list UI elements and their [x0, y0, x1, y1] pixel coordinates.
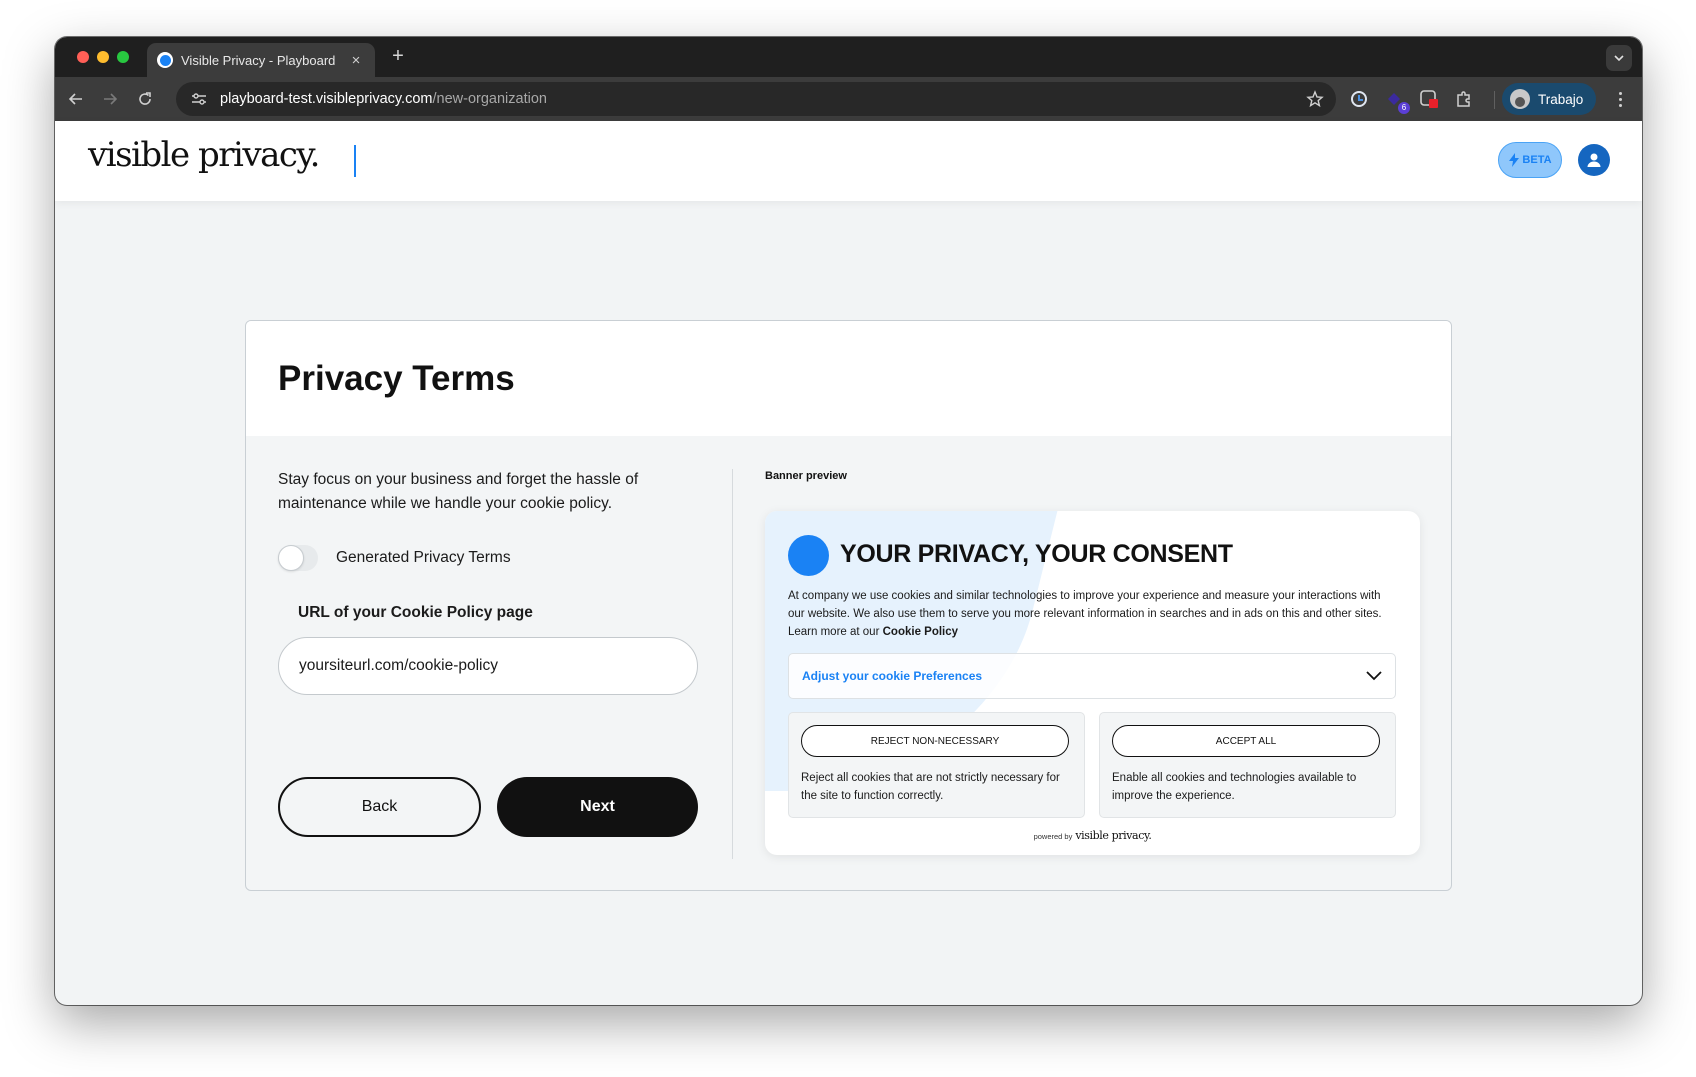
banner-body: At company we use cookies and similar te…	[788, 590, 1382, 638]
recorder-extension-icon[interactable]	[1417, 87, 1441, 111]
address-bar[interactable]: playboard-test.visibleprivacy.com/new-or…	[176, 82, 1336, 116]
cookie-url-input[interactable]	[278, 637, 698, 695]
cookie-url-label: URL of your Cookie Policy page	[298, 604, 533, 621]
tab-close-icon[interactable]: ×	[347, 52, 365, 69]
browser-toolbar: playboard-test.visibleprivacy.com/new-or…	[55, 77, 1642, 121]
beta-badge[interactable]: BETA	[1498, 142, 1562, 178]
forward-nav-button[interactable]	[99, 88, 121, 110]
browser-menu-icon[interactable]	[1610, 88, 1630, 110]
site-settings-icon[interactable]	[190, 90, 208, 108]
url-text: playboard-test.visibleprivacy.com/new-or…	[220, 91, 547, 107]
banner-preview-label: Banner preview	[765, 470, 847, 482]
toggle-switch[interactable]	[278, 545, 318, 571]
reject-non-necessary-button[interactable]: REJECT NON-NECESSARY	[801, 725, 1069, 757]
preferences-label: Adjust your cookie Preferences	[802, 669, 983, 683]
profile-name: Trabajo	[1538, 91, 1584, 107]
maximize-window-button[interactable]	[117, 51, 129, 63]
browser-tab[interactable]: Visible Privacy - Playboard ×	[147, 43, 375, 77]
accept-description: Enable all cookies and technologies avai…	[1112, 772, 1357, 802]
banner-title: YOUR PRIVACY, YOUR CONSENT	[840, 540, 1233, 568]
user-icon	[1587, 153, 1601, 167]
tab-strip: Visible Privacy - Playboard × +	[55, 37, 1642, 77]
extension-icon[interactable]: 6	[1382, 87, 1410, 114]
chevron-down-icon	[1614, 55, 1624, 62]
logo-divider	[354, 145, 356, 177]
password-extension-icon[interactable]	[1347, 87, 1371, 111]
back-button[interactable]: Back	[278, 777, 481, 837]
reject-option: REJECT NON-NECESSARY Reject all cookies …	[788, 712, 1085, 818]
banner-logo-dot	[788, 535, 829, 576]
favicon-icon	[157, 52, 173, 68]
cookie-policy-link[interactable]: Cookie Policy	[883, 626, 958, 638]
banner-text: At company we use cookies and similar te…	[788, 587, 1400, 641]
accept-option: ACCEPT ALL Enable all cookies and techno…	[1099, 712, 1396, 818]
reload-icon	[139, 92, 151, 105]
lightning-icon	[1509, 153, 1520, 167]
toolbar-separator	[1494, 91, 1495, 109]
brand-logo[interactable]: visible privacy.	[88, 135, 320, 175]
generated-terms-toggle[interactable]: Generated Privacy Terms	[278, 545, 511, 571]
reject-description: Reject all cookies that are not strictly…	[801, 772, 1060, 802]
intro-text: Stay focus on your business and forget t…	[278, 471, 639, 512]
profile-button[interactable]: Trabajo	[1502, 83, 1596, 115]
card-header: Privacy Terms	[246, 321, 1451, 436]
minimize-window-button[interactable]	[97, 51, 109, 63]
privacy-terms-card: Privacy Terms Stay focus on your busines…	[245, 320, 1452, 891]
cookie-banner-preview: YOUR PRIVACY, YOUR CONSENT At company we…	[765, 511, 1420, 855]
close-window-button[interactable]	[77, 51, 89, 63]
arrow-left-icon	[68, 93, 82, 105]
accept-all-button[interactable]: ACCEPT ALL	[1112, 725, 1380, 757]
page-title: Privacy Terms	[278, 359, 515, 398]
url-path: /new-organization	[432, 91, 547, 107]
toggle-label: Generated Privacy Terms	[336, 549, 511, 566]
app-header: visible privacy. BETA	[55, 121, 1642, 201]
extension-badge: 6	[1398, 102, 1410, 114]
form-column: Stay focus on your business and forget t…	[278, 436, 698, 890]
back-nav-button[interactable]	[65, 88, 87, 110]
next-button[interactable]: Next	[497, 777, 698, 837]
profile-avatar	[1510, 89, 1530, 109]
chevron-down-icon	[1366, 671, 1382, 681]
cookie-preferences-dropdown[interactable]: Adjust your cookie Preferences	[788, 653, 1396, 699]
reload-button[interactable]	[134, 88, 156, 110]
powered-by-text: powered by	[1033, 832, 1073, 841]
column-divider	[732, 469, 733, 859]
toggle-knob	[278, 545, 304, 571]
browser-window: Visible Privacy - Playboard × + playboar…	[55, 37, 1642, 1005]
tab-search-button[interactable]	[1606, 45, 1632, 71]
tab-title: Visible Privacy - Playboard	[181, 52, 336, 68]
arrow-right-icon	[104, 93, 118, 105]
user-account-button[interactable]	[1578, 144, 1610, 176]
powered-by: powered by visible privacy.	[765, 829, 1420, 842]
bookmark-star-icon[interactable]	[1306, 90, 1324, 113]
new-tab-button[interactable]: +	[386, 45, 410, 68]
beta-label: BETA	[1522, 154, 1552, 166]
powered-by-logo: visible privacy.	[1075, 829, 1152, 842]
puzzle-icon[interactable]	[1452, 87, 1476, 111]
url-host: playboard-test.visibleprivacy.com	[220, 91, 433, 107]
